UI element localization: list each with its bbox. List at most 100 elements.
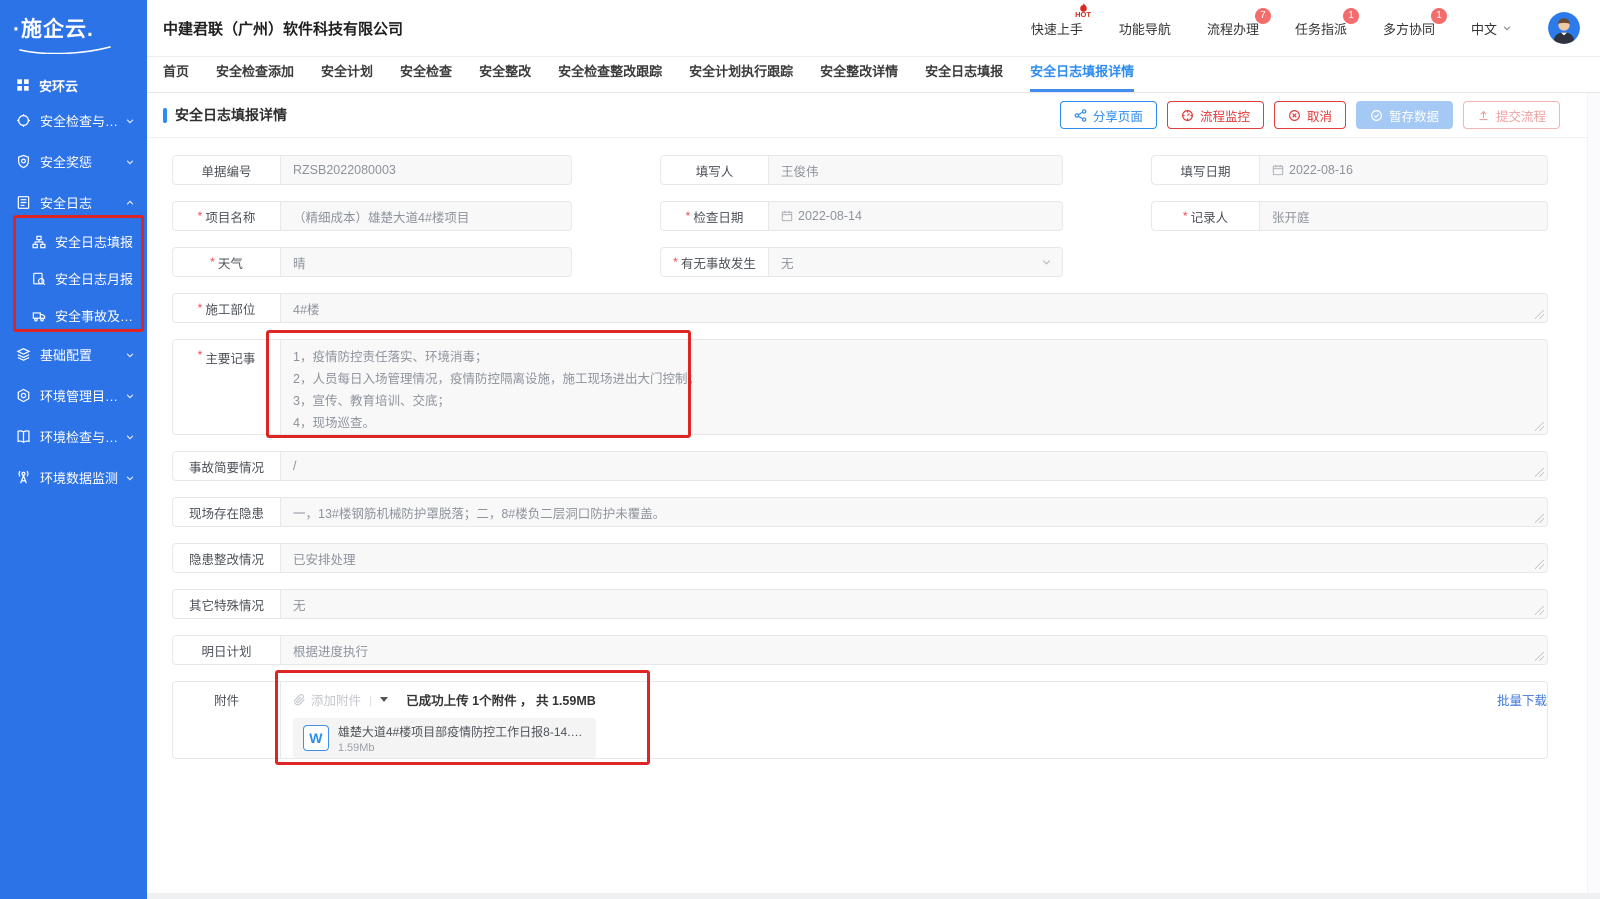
sidebar-item-safety-log-monthly[interactable]: 安全日志月报 [0, 260, 147, 297]
field-project-name: *项目名称 （精细成本）雄楚大道4#楼项目 [172, 201, 572, 231]
construction-part-textarea[interactable]: 4#楼 [281, 294, 1547, 322]
hazard-rectification-textarea[interactable]: 已安排处理 [281, 544, 1547, 572]
nav-quick-start[interactable]: 快速上手 HOT [1031, 19, 1083, 38]
resize-handle[interactable] [1535, 310, 1544, 319]
resize-handle[interactable] [1535, 468, 1544, 477]
sidebar-item-safety-inspection[interactable]: 安全检查与整改 [0, 100, 147, 141]
nav-task-assignment[interactable]: 任务指派 1 [1295, 19, 1347, 38]
sidebar-item-label: 安全事故及处理 [55, 306, 135, 325]
sidebar-item-env-monitoring[interactable]: 环境数据监测 [0, 457, 147, 498]
field-hazard-rectification: 隐患整改情况 已安排处理 [172, 543, 1548, 573]
add-attachment-button[interactable]: 添加附件 [293, 690, 361, 709]
sidebar-item-env-inspection[interactable]: 环境检查与整改 [0, 416, 147, 457]
accident-summary-textarea[interactable]: / [281, 452, 1547, 480]
field-label: *天气 [173, 248, 281, 276]
resize-handle[interactable] [1535, 652, 1544, 661]
sidebar-item-label: 环境数据监测 [40, 468, 118, 487]
sidebar-item-safety-rewards[interactable]: 安全奖惩 [0, 141, 147, 182]
journal-icon [16, 195, 31, 210]
field-fill-date: 填写日期 2022-08-16 [1151, 155, 1548, 185]
cancel-button[interactable]: 取消 [1274, 101, 1346, 129]
fill-date-input[interactable]: 2022-08-16 [1260, 156, 1547, 184]
attached-file-item[interactable]: W 雄楚大道4#楼项目部疫情防控工作日报8-14.docx 1.59Mb [293, 718, 596, 758]
notification-badge: 1 [1343, 8, 1359, 24]
tab-log-report-detail[interactable]: 安全日志填报详情 [1030, 61, 1134, 92]
main-notes-textarea[interactable]: 1，疫情防控责任落实、环境消毒； 2，人员每日入场管理情况，疫情防控隔离设施，施… [281, 340, 1547, 434]
check-date-input[interactable]: 2022-08-14 [769, 202, 1062, 230]
bottom-divider [147, 893, 1600, 899]
sidebar-item-label: 安全日志 [40, 193, 92, 212]
attachment-dropdown-caret[interactable] [380, 697, 388, 702]
top-header: 中建君联（广州）软件科技有限公司 快速上手 HOT 功能导航 流程办理 7 任务… [147, 0, 1600, 57]
field-recorder: *记录人 张开庭 [1151, 201, 1548, 231]
tomorrow-plan-textarea[interactable]: 根据进度执行 [281, 636, 1547, 664]
language-selector[interactable]: 中文 [1471, 19, 1512, 38]
other-special-textarea[interactable]: 无 [281, 590, 1547, 618]
save-draft-button[interactable]: 暂存数据 [1356, 101, 1453, 129]
sidebar-item-base-config[interactable]: 基础配置 [0, 334, 147, 375]
accident-occurred-select[interactable]: 无 [769, 248, 1062, 276]
scrollbar-track[interactable] [1587, 93, 1600, 893]
process-monitor-button[interactable]: 流程监控 [1167, 101, 1264, 129]
share-page-button[interactable]: 分享页面 [1060, 101, 1157, 129]
resize-handle[interactable] [1535, 606, 1544, 615]
filler-input[interactable]: 王俊伟 [769, 156, 1062, 184]
field-label: 明日计划 [173, 636, 281, 664]
sidebar-item-safety-log-report[interactable]: 安全日志填报 [0, 223, 147, 260]
sidebar-item-safety-log[interactable]: 安全日志 [0, 182, 147, 223]
field-site-hazards: 现场存在隐患 一，13#楼钢筋机械防护罩脱落；二，8#楼负二层洞口防护未覆盖。 [172, 497, 1548, 527]
cancel-circle-icon [1288, 109, 1301, 122]
tab-safety-rectify[interactable]: 安全整改 [479, 61, 531, 92]
tab-safety-plan[interactable]: 安全计划 [321, 61, 373, 92]
field-label: 其它特殊情况 [173, 590, 281, 618]
chevron-up-icon [125, 198, 135, 208]
required-marker: * [1183, 209, 1188, 223]
field-check-date: *检查日期 2022-08-14 [660, 201, 1063, 231]
nav-process-handling[interactable]: 流程办理 7 [1207, 19, 1259, 38]
required-marker: * [210, 255, 215, 269]
resize-handle[interactable] [1535, 514, 1544, 523]
tab-safety-check[interactable]: 安全检查 [400, 61, 452, 92]
sidebar-item-anhuanyun[interactable]: 安环云 [0, 70, 147, 100]
weather-input[interactable]: 晴 [281, 248, 571, 276]
resize-handle[interactable] [1535, 422, 1544, 431]
submit-process-button[interactable]: 提交流程 [1463, 101, 1560, 129]
field-label: *主要记事 [173, 340, 281, 434]
tab-check-rectify-track[interactable]: 安全检查整改跟踪 [558, 61, 662, 92]
tab-home[interactable]: 首页 [163, 61, 189, 92]
tab-log-report[interactable]: 安全日志填报 [925, 61, 1003, 92]
nav-feature-guide[interactable]: 功能导航 [1119, 19, 1171, 38]
logo-swoosh-icon [18, 44, 147, 54]
sidebar-item-safety-incident[interactable]: 安全事故及处理 [0, 297, 147, 334]
sidebar-item-label: 安全日志填报 [55, 232, 133, 251]
sidebar-item-env-goals[interactable]: 环境管理目标与... [0, 375, 147, 416]
required-marker: * [198, 348, 203, 362]
truck-icon [32, 309, 46, 323]
tab-bar: 首页 安全检查添加 安全计划 安全检查 安全整改 安全检查整改跟踪 安全计划执行… [147, 57, 1600, 93]
title-accent-bar [163, 108, 167, 123]
required-marker: * [198, 301, 203, 315]
document-number-input[interactable]: RZSB2022080003 [281, 156, 571, 184]
attachment-area: 添加附件 | 已成功上传 1个附件 ， 共 1.59MB W 雄楚大道4#楼项目… [281, 682, 1547, 758]
target-icon [16, 113, 31, 128]
user-avatar[interactable] [1548, 12, 1580, 44]
tab-plan-exec-track[interactable]: 安全计划执行跟踪 [689, 61, 793, 92]
site-hazards-textarea[interactable]: 一，13#楼钢筋机械防护罩脱落；二，8#楼负二层洞口防护未覆盖。 [281, 498, 1547, 526]
calendar-icon [781, 210, 793, 222]
nav-collaboration[interactable]: 多方协同 1 [1383, 19, 1435, 38]
field-label: *有无事故发生 [661, 248, 769, 276]
nav-label: 功能导航 [1119, 22, 1171, 37]
page-title: 安全日志填报详情 [175, 105, 287, 125]
nav-label: 流程办理 [1207, 22, 1259, 37]
tab-safety-check-add[interactable]: 安全检查添加 [216, 61, 294, 92]
field-label: 现场存在隐患 [173, 498, 281, 526]
resize-handle[interactable] [1535, 560, 1544, 569]
recorder-input[interactable]: 张开庭 [1260, 202, 1547, 230]
batch-download-link[interactable]: 批量下载 [1497, 690, 1547, 709]
tab-rectify-detail[interactable]: 安全整改详情 [820, 61, 898, 92]
field-filler: 填写人 王俊伟 [660, 155, 1063, 185]
sidebar-item-label: 安全日志月报 [55, 269, 133, 288]
field-other-special: 其它特殊情况 无 [172, 589, 1548, 619]
project-name-input[interactable]: （精细成本）雄楚大道4#楼项目 [281, 202, 571, 230]
chevron-down-icon [125, 473, 135, 483]
